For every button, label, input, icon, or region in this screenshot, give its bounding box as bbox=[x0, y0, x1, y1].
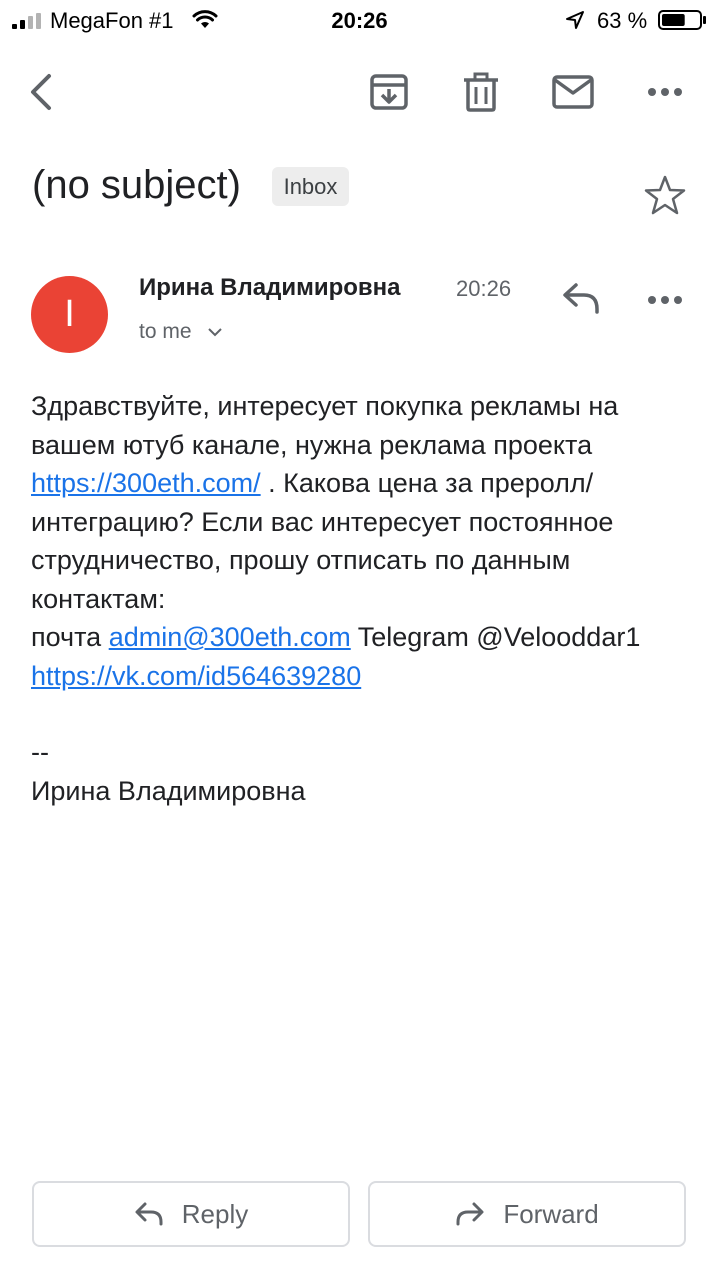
signature: -- Ирина Владимировна bbox=[31, 733, 306, 810]
battery-icon bbox=[658, 10, 706, 30]
body-paragraph: Здравствуйте, интересует покупка рекламы… bbox=[31, 387, 701, 618]
forward-label: Forward bbox=[503, 1198, 599, 1229]
forward-button[interactable]: Forward bbox=[368, 1181, 686, 1247]
chevron-down-icon[interactable] bbox=[207, 326, 223, 338]
signature-name: Ирина Владимировна bbox=[31, 775, 306, 806]
back-icon[interactable] bbox=[25, 72, 57, 112]
trash-icon[interactable] bbox=[462, 72, 500, 112]
recipient-toggle[interactable]: to me bbox=[139, 320, 192, 344]
status-bar: MegaFon #1 20:26 63 % bbox=[0, 0, 719, 40]
more-icon[interactable] bbox=[646, 82, 684, 102]
avatar[interactable]: I bbox=[31, 276, 108, 353]
reply-icon bbox=[135, 1202, 163, 1226]
battery-percent: 63 % bbox=[597, 8, 648, 33]
body-text: почта bbox=[31, 622, 109, 652]
link-vk[interactable]: https://vk.com/id564639280 bbox=[31, 661, 361, 691]
star-icon[interactable] bbox=[644, 174, 686, 216]
location-icon bbox=[566, 11, 584, 29]
message-body: Здравствуйте, интересует покупка рекламы… bbox=[31, 387, 701, 695]
reply-button[interactable]: Reply bbox=[32, 1181, 350, 1247]
archive-icon[interactable] bbox=[369, 72, 409, 112]
message-time: 20:26 bbox=[456, 276, 512, 301]
link-email[interactable]: admin@300eth.com bbox=[109, 622, 351, 652]
body-text: Здравствуйте, интересует покупка рекламы… bbox=[31, 391, 619, 460]
mail-icon[interactable] bbox=[552, 74, 594, 110]
body-paragraph: почта admin@300eth.com Telegram @Veloodd… bbox=[31, 618, 701, 695]
forward-icon bbox=[456, 1202, 484, 1226]
email-subject: (no subject) bbox=[32, 163, 241, 207]
reply-icon[interactable] bbox=[562, 281, 600, 315]
signature-separator: -- bbox=[31, 737, 49, 767]
message-more-icon[interactable] bbox=[646, 290, 684, 310]
sender-name: Ирина Владимировна bbox=[139, 274, 401, 301]
body-text: Telegram @Velooddar1 bbox=[350, 622, 641, 652]
inbox-label-badge[interactable]: Inbox bbox=[272, 167, 349, 206]
link-300eth[interactable]: https://300eth.com/ bbox=[31, 468, 261, 498]
reply-label: Reply bbox=[181, 1198, 249, 1229]
